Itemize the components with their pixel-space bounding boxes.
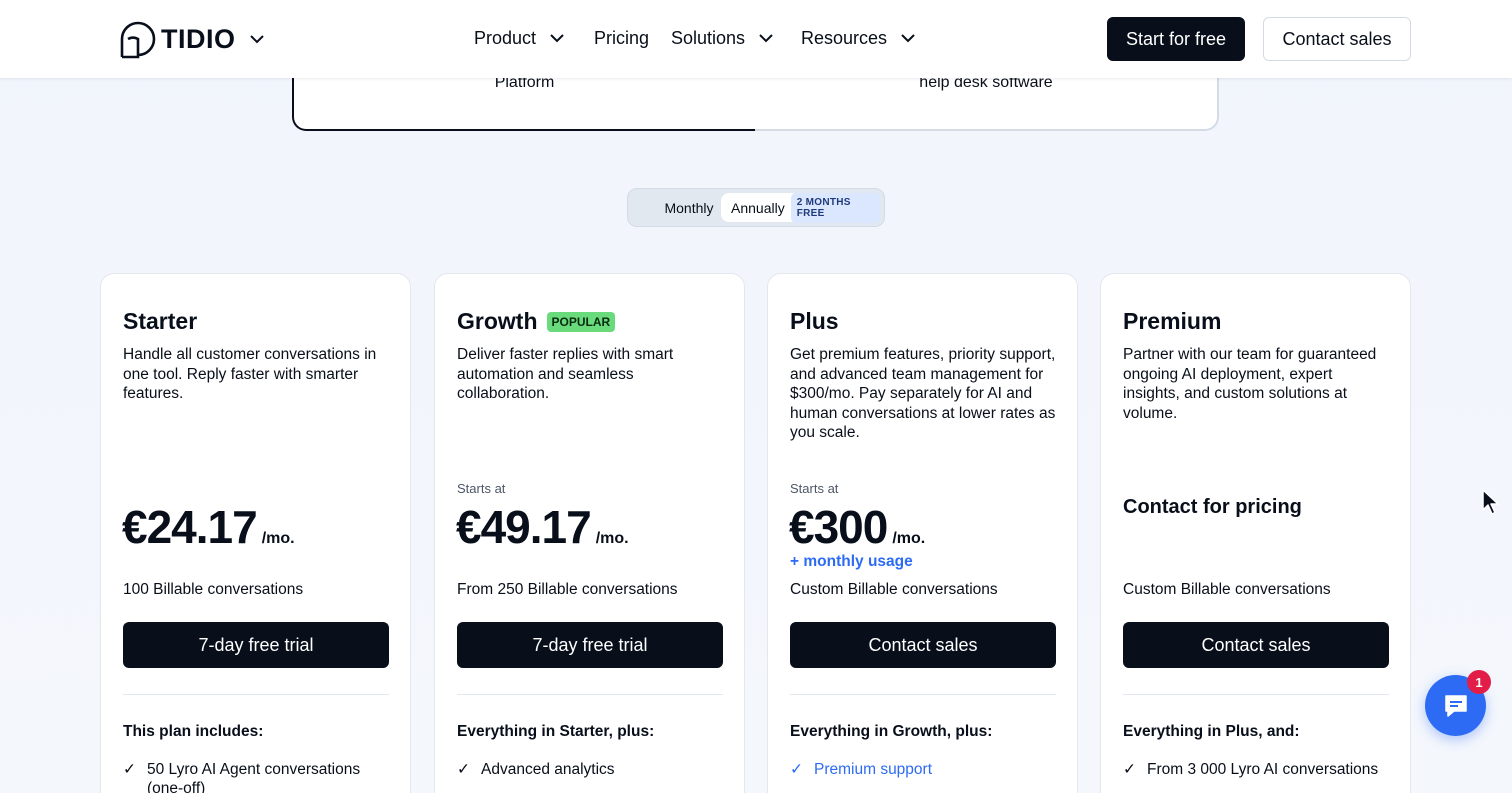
nav-product-label: Product (474, 28, 537, 48)
nav-pricing-label: Pricing (594, 28, 650, 48)
contact-sales-button[interactable]: Contact sales (790, 622, 1056, 668)
plan-title: Plus (790, 308, 839, 335)
plan-description: Partner with our team for guaranteed ong… (1123, 346, 1377, 422)
chevron-down-icon (759, 34, 773, 43)
chevron-down-icon (550, 34, 564, 43)
nav-solutions-label: Solutions (671, 28, 746, 48)
chevron-down-icon[interactable] (249, 34, 264, 44)
start-for-free-button[interactable]: Start for free (1107, 17, 1245, 61)
feature-text: From 3 000 Lyro AI conversations (1147, 761, 1379, 778)
divider (123, 694, 389, 695)
check-icon: ✓ (790, 761, 803, 778)
price-amount: €24.17 (122, 501, 258, 553)
plan-price: €24.17 /mo. (122, 500, 295, 554)
divider (1123, 694, 1389, 695)
nav-resources-label: Resources (801, 28, 888, 48)
nav-solutions[interactable]: Solutions (671, 28, 773, 49)
free-trial-button[interactable]: 7-day free trial (123, 622, 389, 668)
check-icon: ✓ (1123, 761, 1136, 778)
divider (790, 694, 1056, 695)
months-free-badge: 2 MONTHS FREE (790, 192, 880, 223)
plan-price: €300 /mo. (789, 500, 925, 554)
feature-item: ✓ Advanced analytics (457, 760, 727, 779)
starts-at-label: Starts at (790, 481, 839, 496)
price-period: /mo. (595, 530, 629, 547)
feature-item: ✓ 50 Lyro AI Agent conversations (one-of… (123, 760, 393, 793)
plan-price: €49.17 /mo. (456, 500, 629, 554)
plan-title: Premium (1123, 308, 1221, 335)
plan-card-growth: Growth POPULAR Deliver faster replies wi… (434, 273, 745, 793)
chevron-down-icon (901, 34, 915, 43)
price-period: /mo. (261, 530, 295, 547)
toggle-annually-label: Annually (731, 199, 785, 216)
billable-conversations: From 250 Billable conversations (457, 581, 678, 598)
includes-heading: This plan includes: (123, 723, 264, 740)
toggle-monthly-label: Monthly (664, 199, 714, 216)
plan-description: Get premium features, priority support, … (790, 346, 1056, 442)
mouse-pointer-icon (1482, 489, 1499, 515)
monthly-usage-link[interactable]: + monthly usage (790, 553, 913, 571)
nav-resources[interactable]: Resources (801, 28, 915, 49)
feature-item[interactable]: ✓ Premium support (790, 760, 1060, 779)
feature-text: 50 Lyro AI Agent conversations (one-off) (147, 761, 361, 793)
tidio-logo[interactable]: TIDIO (119, 19, 264, 59)
check-icon: ✓ (457, 761, 470, 778)
plan-description: Handle all customer conversations in one… (123, 346, 377, 403)
logo-text: TIDIO (161, 23, 236, 54)
plan-name: Starter (123, 308, 198, 334)
billable-conversations: Custom Billable conversations (1123, 581, 1331, 598)
chat-bubble-icon (1444, 694, 1467, 717)
tidio-logo-mark-icon (120, 21, 156, 59)
feature-text: Advanced analytics (481, 761, 615, 778)
popular-badge: POPULAR (546, 311, 616, 332)
feature-item: ✓ From 3 000 Lyro AI conversations (1123, 760, 1393, 779)
plan-name: Growth (457, 308, 538, 334)
site-header: TIDIO Product Pricing Solutions Resource… (0, 0, 1512, 78)
billing-period-toggle: Monthly Annually 2 MONTHS FREE (627, 188, 885, 227)
contact-sales-button[interactable]: Contact sales (1263, 17, 1411, 61)
includes-heading: Everything in Plus, and: (1123, 723, 1300, 740)
starts-at-label: Starts at (457, 481, 506, 496)
billable-conversations: Custom Billable conversations (790, 581, 998, 598)
includes-heading: Everything in Growth, plus: (790, 723, 993, 740)
contact-for-pricing: Contact for pricing (1123, 496, 1302, 518)
price-amount: €300 (789, 501, 888, 553)
contact-sales-button[interactable]: Contact sales (1123, 622, 1389, 668)
divider (457, 694, 723, 695)
feature-text: Premium support (814, 761, 933, 778)
toggle-annually[interactable]: Annually 2 MONTHS FREE (721, 192, 880, 223)
free-trial-button[interactable]: 7-day free trial (457, 622, 723, 668)
billable-conversations: 100 Billable conversations (123, 581, 304, 598)
plan-card-starter: Starter Handle all customer conversation… (100, 273, 411, 793)
nav-product[interactable]: Product (474, 28, 564, 49)
unread-count-badge: 1 (1467, 670, 1491, 694)
plan-card-premium: Premium Partner with our team for guaran… (1100, 273, 1411, 793)
check-icon: ✓ (123, 761, 136, 778)
plan-title: Growth POPULAR (457, 308, 616, 335)
includes-heading: Everything in Starter, plus: (457, 723, 655, 740)
price-amount: €49.17 (456, 501, 592, 553)
nav-pricing[interactable]: Pricing (594, 28, 649, 49)
plan-description: Deliver faster replies with smart automa… (457, 346, 674, 403)
plan-name: Premium (1123, 308, 1222, 334)
price-period: /mo. (892, 530, 926, 547)
plan-name: Plus (790, 308, 839, 334)
plan-card-plus: Plus Get premium features, priority supp… (767, 273, 1078, 793)
plan-title: Starter (123, 308, 197, 335)
